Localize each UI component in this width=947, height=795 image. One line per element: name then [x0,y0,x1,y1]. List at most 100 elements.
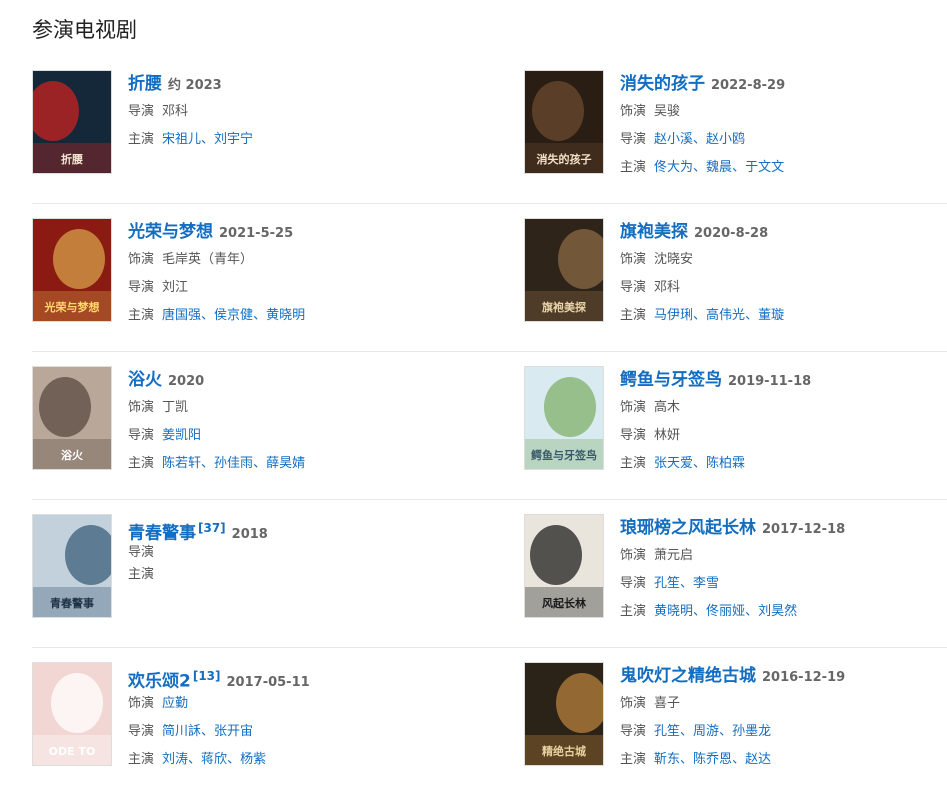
cast-label: 主演 [620,604,647,619]
poster-image[interactable]: 青春警事 [32,514,112,618]
work-title-link[interactable]: 欢乐颂2 [128,671,191,691]
poster-image[interactable]: 浴火 [32,366,112,470]
release-date: 2021-5-25 [219,226,294,241]
work-title-link[interactable]: 琅琊榜之风起长林 [620,518,756,538]
separator: 、 [745,308,759,323]
cast-name[interactable]: 宋祖儿 [162,132,201,147]
director-label: 导演 [620,724,647,739]
cast-name[interactable]: 刘宇宁 [214,132,253,147]
cast-name[interactable]: 佟丽娅 [706,604,745,619]
work-info: 折腰约 2023 导演 邓科 主演 宋祖儿、刘宇宁 [128,70,492,154]
director-line: 导演 简川訸、张开宙 [128,718,492,746]
work-title-link[interactable]: 旗袍美探 [620,222,688,242]
cast-name[interactable]: 侯京健 [214,308,253,323]
cast-name[interactable]: 黄晓明 [266,308,305,323]
title-line: 琅琊榜之风起长林 2017-12-18 [620,514,947,542]
poster-image[interactable]: 折腰 [32,70,112,174]
role-label: 饰演 [128,252,155,267]
cast-name[interactable]: 董璇 [758,308,784,323]
work-title-link[interactable]: 折腰 [128,74,162,94]
cast-name[interactable]: 孙佳雨 [214,456,253,471]
work-info: 青春警事 [37] 2018 导演 主演 [128,514,492,586]
cast-name[interactable]: 刘涛 [162,752,188,767]
cast-name[interactable]: 魏晨 [706,160,732,175]
cast-name[interactable]: 蒋欣 [201,752,227,767]
work-card: 旗袍美探 旗袍美探 2020-8-28 饰演 沈晓安 导演 邓科 主演 马伊琍、高伟光、董璇 [524,218,947,323]
role-line: 饰演 沈晓安 [620,246,947,274]
separator: 、 [680,752,694,767]
separator: 、 [693,604,707,619]
work-info: 光荣与梦想 2021-5-25 饰演 毛岸英（青年） 导演 刘江 主演 唐国强、侯京健、黄晓明 [128,218,492,330]
work-row: 浴火 浴火 2020 饰演 丁凯 导演 姜凯阳 主演 陈若轩、孙佳雨、薛昊婧 鳄鱼与牙签鸟 鳄鱼与牙… [32,352,947,500]
director-line: 导演 邓科 [620,274,947,302]
cast-name[interactable]: 薛昊婧 [266,456,305,471]
cast-name[interactable]: 赵达 [745,752,771,767]
work-info: 浴火 2020 饰演 丁凯 导演 姜凯阳 主演 陈若轩、孙佳雨、薛昊婧 [128,366,492,478]
role-name: 毛岸英（青年） [162,252,254,267]
cast-line: 主演 黄晓明、佟丽娅、刘昊然 [620,598,947,626]
cast-name[interactable]: 杨紫 [240,752,266,767]
director-name[interactable]: 孔笙 [654,724,680,739]
cast-name[interactable]: 高伟光 [706,308,745,323]
cast-label: 主演 [620,752,647,767]
poster-label: 浴火 [61,448,84,462]
work-title-link[interactable]: 光荣与梦想 [128,222,213,242]
title-line: 鬼吹灯之精绝古城 2016-12-19 [620,662,947,690]
separator: 、 [693,456,707,471]
work-info: 欢乐颂2 [13] 2017-05-11 饰演 应勤 导演 简川訸、张开宙 主演 刘涛、蒋欣、杨… [128,662,492,774]
cast-name[interactable]: 张天爱 [654,456,693,471]
cast-name[interactable]: 马伊琍 [654,308,693,323]
cast-name[interactable]: 陈乔恩 [693,752,732,767]
cast-name[interactable]: 于文文 [745,160,784,175]
poster-label: 风起长林 [542,596,586,610]
poster-art: 鳄鱼与牙签鸟 [525,367,603,469]
director-name[interactable]: 孔笙 [654,576,680,591]
poster-image[interactable]: 旗袍美探 [524,218,604,322]
director-name: 刘江 [162,280,189,295]
poster-image[interactable]: 消失的孩子 [524,70,604,174]
work-title-link[interactable]: 消失的孩子 [620,74,705,94]
work-info: 鳄鱼与牙签鸟 2019-11-18 饰演 高木 导演 林妍 主演 张天爱、陈柏霖 [620,366,947,478]
poster-label: 青春警事 [50,596,94,610]
director-label: 导演 [128,724,155,739]
cast-label: 主演 [128,567,155,582]
cast-name[interactable]: 刘昊然 [758,604,797,619]
work-card: 青春警事 青春警事 [37] 2018 导演 主演 [32,514,492,618]
cast-label: 主演 [128,456,155,471]
work-title-link[interactable]: 鬼吹灯之精绝古城 [620,666,756,686]
poster-image[interactable]: ODE TO [32,662,112,766]
director-name[interactable]: 李雪 [693,576,719,591]
cast-name[interactable]: 佟大为 [654,160,693,175]
poster-image[interactable]: 风起长林 [524,514,604,618]
poster-image[interactable]: 鳄鱼与牙签鸟 [524,366,604,470]
work-title-link[interactable]: 浴火 [128,370,162,390]
poster-label: 光荣与梦想 [44,300,100,314]
poster-label: 折腰 [61,152,83,166]
work-row: 青春警事 青春警事 [37] 2018 导演 主演 风起长林 琅琊榜之风起长林 2017-12-… [32,500,947,648]
director-name[interactable]: 赵小溪 [654,132,693,147]
poster-image[interactable]: 精绝古城 [524,662,604,766]
poster-image[interactable]: 光荣与梦想 [32,218,112,322]
director-name[interactable]: 赵小鸥 [706,132,745,147]
cast-name[interactable]: 陈柏霖 [706,456,745,471]
director-name[interactable]: 简川訸 [162,724,201,739]
role-name: 吴骏 [654,104,681,119]
cast-name[interactable]: 靳东 [654,752,680,767]
reference-link[interactable]: [37] [198,521,226,535]
separator: 、 [719,724,733,739]
separator: 、 [201,456,215,471]
director-name[interactable]: 周游 [693,724,719,739]
reference-link[interactable]: [13] [193,669,221,683]
role-name: 沈晓安 [654,252,694,267]
cast-line: 主演 [128,564,492,586]
cast-name[interactable]: 唐国强 [162,308,201,323]
role-name[interactable]: 应勤 [162,696,188,711]
cast-name[interactable]: 陈若轩 [162,456,201,471]
work-title-link[interactable]: 鳄鱼与牙签鸟 [620,370,722,390]
director-name[interactable]: 张开宙 [214,724,253,739]
director-name[interactable]: 姜凯阳 [162,428,201,443]
cast-name[interactable]: 黄晓明 [654,604,693,619]
director-name[interactable]: 孙墨龙 [732,724,771,739]
separator: 、 [680,724,694,739]
work-title-link[interactable]: 青春警事 [128,523,196,543]
